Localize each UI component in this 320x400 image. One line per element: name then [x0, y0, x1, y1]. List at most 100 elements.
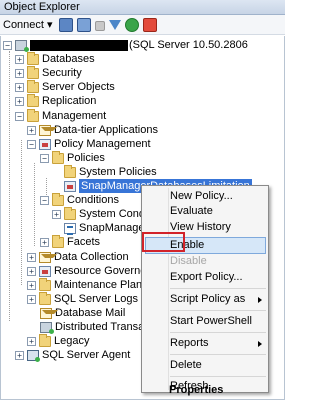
menu-item-properties-label: Properties: [169, 384, 224, 396]
submenu-arrow-icon: [258, 297, 262, 303]
folder-icon: [64, 164, 76, 178]
tree-node-management[interactable]: − Management: [15, 108, 107, 123]
tree-node-server-objects[interactable]: + Server Objects: [15, 79, 115, 94]
node-label: Legacy: [54, 335, 90, 347]
folder-icon: [52, 192, 64, 206]
expand-toggle[interactable]: +: [15, 96, 24, 106]
server-label: (SQL Server 10.50.2806: [129, 39, 248, 51]
folder-icon: [27, 65, 39, 79]
folder-icon: [27, 51, 39, 65]
node-label: Data Collection: [54, 251, 129, 263]
tree-node-data-collection[interactable]: + Data Collection: [27, 250, 129, 264]
node-label: SQL Server Agent: [42, 349, 131, 361]
connect-button[interactable]: Connect ▾: [3, 18, 53, 31]
menu-item-reports[interactable]: Reports: [170, 336, 209, 351]
tree-node-sql-server-logs[interactable]: + SQL Server Logs: [27, 291, 138, 306]
node-label: Facets: [67, 236, 101, 248]
stop-icon[interactable]: [94, 20, 105, 31]
collapse-toggle[interactable]: −: [15, 111, 24, 121]
menu-item-hover-highlight: [145, 237, 266, 254]
node-label: Databases: [42, 53, 95, 65]
menu-item-start-powershell[interactable]: Start PowerShell: [170, 314, 252, 329]
node-label: Management: [42, 110, 107, 122]
node-label: Conditions: [67, 194, 119, 206]
expand-toggle[interactable]: +: [27, 336, 36, 346]
redacted-server-name: [30, 39, 128, 51]
database-mail-icon: [40, 307, 58, 319]
connect-icon[interactable]: [58, 17, 73, 32]
summary-icon[interactable]: [142, 17, 157, 32]
collapse-toggle[interactable]: −: [40, 153, 49, 163]
menu-item-enable[interactable]: Enable: [170, 238, 204, 253]
folder-icon: [27, 108, 39, 122]
tree-node-maintenance-plans[interactable]: + Maintenance Plans: [27, 277, 148, 292]
menu-separator: [170, 354, 266, 355]
folder-icon: [39, 277, 51, 291]
expand-toggle[interactable]: +: [27, 280, 36, 290]
menu-separator: [170, 288, 266, 289]
window-title: Object Explorer: [4, 1, 80, 13]
collapse-toggle[interactable]: −: [3, 40, 12, 50]
menu-item-properties[interactable]: Properties: [169, 385, 223, 400]
refresh-icon[interactable]: [124, 17, 139, 32]
menu-item-script-policy-as[interactable]: Script Policy as: [170, 292, 245, 307]
expand-toggle[interactable]: +: [15, 68, 24, 78]
data-tier-icon: [39, 124, 57, 136]
node-label: SQL Server Logs: [54, 293, 138, 305]
condition-icon: [64, 222, 76, 235]
node-label: Data-tier Applications: [54, 124, 158, 136]
expand-toggle[interactable]: +: [15, 82, 24, 92]
folder-icon: [52, 150, 64, 164]
tree-node-legacy[interactable]: + Legacy: [27, 333, 90, 348]
tree-node-replication[interactable]: + Replication: [15, 93, 97, 108]
expand-toggle[interactable]: +: [40, 237, 49, 247]
policy-icon: [64, 180, 76, 192]
tree-node-database-mail[interactable]: Database Mail: [40, 306, 125, 320]
distributed-transaction-icon: [40, 321, 54, 334]
expand-toggle[interactable]: +: [27, 125, 36, 135]
folder-icon: [27, 93, 39, 107]
sql-agent-icon: [27, 349, 40, 362]
filter-icon[interactable]: [108, 19, 121, 30]
collapse-toggle[interactable]: −: [27, 139, 36, 149]
node-label: Database Mail: [55, 307, 126, 319]
menu-item-delete[interactable]: Delete: [170, 358, 202, 373]
data-collection-icon: [39, 251, 57, 263]
collapse-toggle[interactable]: −: [40, 195, 49, 205]
expand-toggle[interactable]: +: [52, 209, 61, 219]
expand-toggle[interactable]: +: [15, 54, 24, 64]
folder-icon: [52, 234, 64, 248]
toolbar: Connect ▾: [0, 15, 285, 35]
expand-toggle[interactable]: +: [27, 294, 36, 304]
tree-node-policies[interactable]: − Policies: [40, 150, 105, 165]
node-label: Maintenance Plans: [54, 279, 148, 291]
tree-node-sql-server-agent[interactable]: + SQL Server Agent: [15, 348, 130, 362]
tree-node-conditions[interactable]: − Conditions: [40, 192, 119, 207]
node-label: Policies: [67, 152, 105, 164]
tree-node-resource-governor[interactable]: + Resource Governor: [27, 264, 150, 278]
node-label: Replication: [42, 95, 97, 107]
tree-node-data-tier-applications[interactable]: + Data-tier Applications: [27, 123, 158, 137]
tree-node-databases[interactable]: + Databases: [15, 51, 95, 66]
menu-item-view-history[interactable]: View History: [170, 220, 231, 235]
server-icon: [15, 39, 29, 52]
expand-toggle[interactable]: +: [27, 252, 36, 262]
tree-node-facets[interactable]: + Facets: [40, 234, 101, 249]
tree-node-policy-management[interactable]: − Policy Management: [27, 137, 151, 151]
resource-governor-icon: [39, 265, 51, 277]
expand-toggle[interactable]: +: [15, 350, 24, 360]
folder-icon: [39, 291, 51, 305]
menu-item-evaluate[interactable]: Evaluate: [170, 204, 213, 219]
node-label: Resource Governor: [54, 265, 150, 277]
expand-toggle[interactable]: +: [27, 266, 36, 276]
folder-icon: [27, 79, 39, 93]
tree-node-system-policies[interactable]: System Policies: [64, 164, 157, 179]
menu-item-export-policy[interactable]: Export Policy...: [170, 270, 243, 285]
tree-node-security[interactable]: + Security: [15, 65, 82, 80]
menu-separator: [170, 376, 266, 377]
tree-node-server[interactable]: − (SQL Server 10.50.2806: [3, 38, 248, 52]
menu-item-disable: Disable: [170, 255, 207, 267]
menu-item-new-policy[interactable]: New Policy...: [170, 189, 233, 204]
disconnect-icon[interactable]: [76, 17, 91, 32]
folder-icon: [64, 206, 76, 220]
